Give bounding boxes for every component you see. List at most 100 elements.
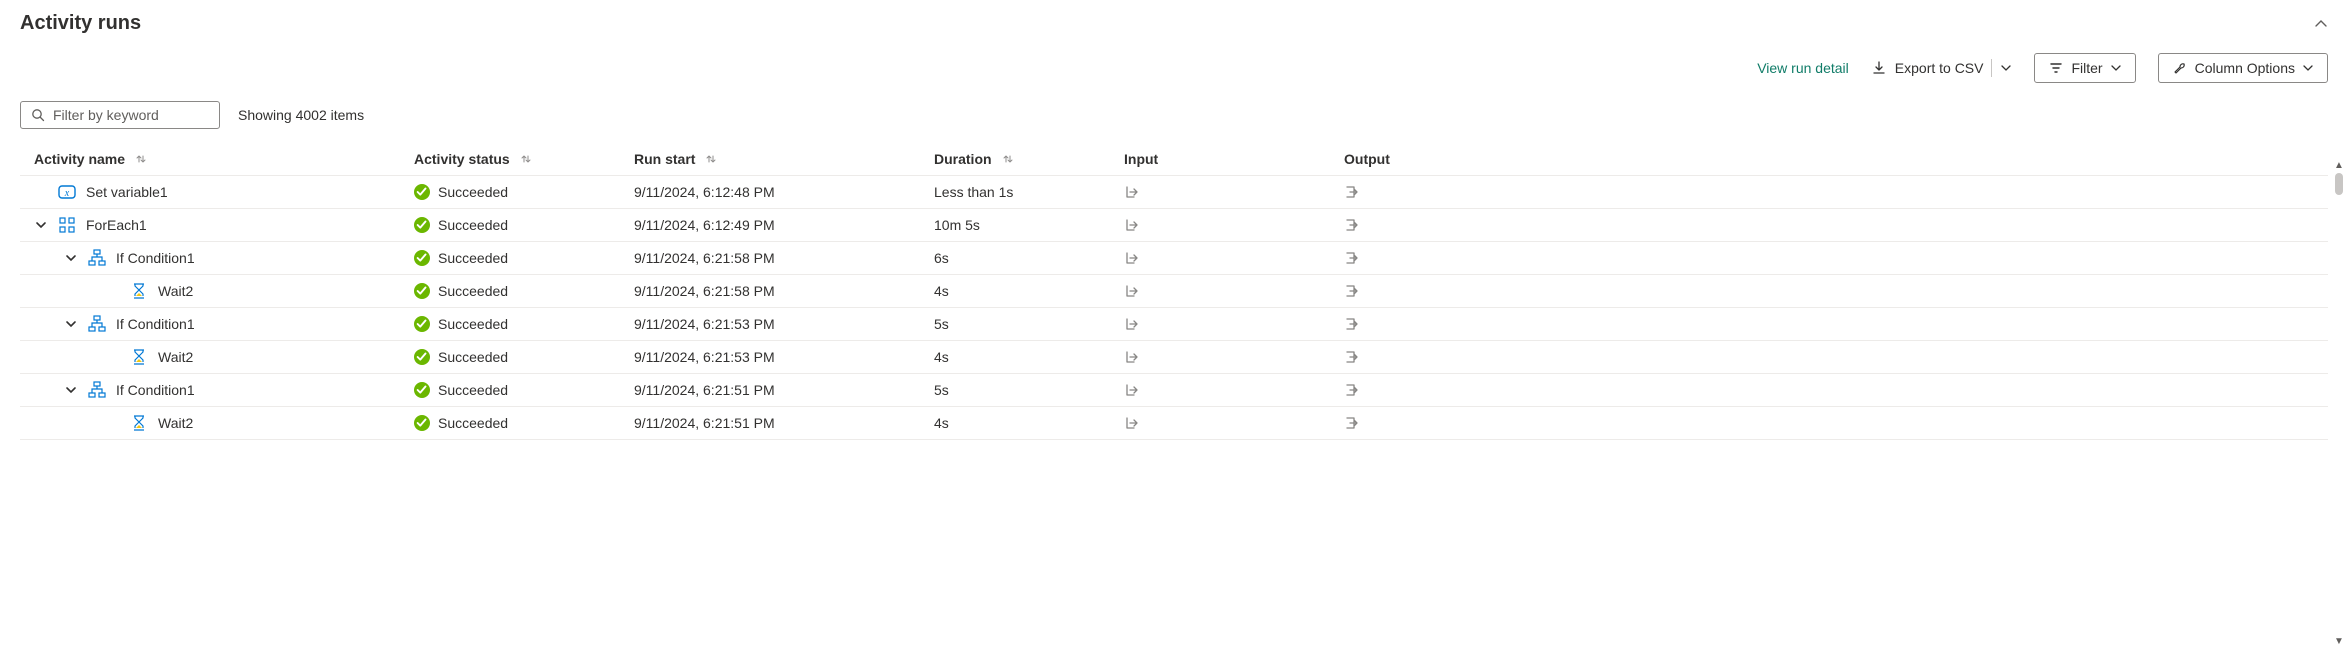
column-options-label: Column Options <box>2195 60 2295 76</box>
divider <box>1991 59 1992 77</box>
input-icon[interactable] <box>1124 316 1344 332</box>
filter-icon <box>2049 61 2063 75</box>
run-start-cell: 9/11/2024, 6:21:51 PM <box>634 382 934 398</box>
duration-cell: 4s <box>934 349 1124 365</box>
duration-cell: 10m 5s <box>934 217 1124 233</box>
status-label: Succeeded <box>438 250 508 266</box>
output-icon[interactable] <box>1344 217 2314 233</box>
input-icon[interactable] <box>1124 217 1344 233</box>
input-icon[interactable] <box>1124 382 1344 398</box>
input-icon[interactable] <box>1124 415 1344 431</box>
run-start-cell: 9/11/2024, 6:21:58 PM <box>634 283 934 299</box>
activity-name-label: If Condition1 <box>116 250 195 266</box>
status-cell: Succeeded <box>414 283 634 299</box>
table-row[interactable]: Wait2Succeeded9/11/2024, 6:21:51 PM4s <box>20 407 2328 440</box>
success-icon <box>414 415 430 431</box>
expand-toggle-icon[interactable] <box>64 317 78 331</box>
page-title: Activity runs <box>20 12 141 35</box>
table-row[interactable]: Set variable1Succeeded9/11/2024, 6:12:48… <box>20 176 2328 209</box>
status-cell: Succeeded <box>414 349 634 365</box>
input-icon[interactable] <box>1124 250 1344 266</box>
output-cell <box>1344 349 2314 365</box>
output-cell <box>1344 382 2314 398</box>
scrollbar[interactable]: ▲ ▼ <box>2334 160 2344 647</box>
input-cell <box>1124 316 1344 332</box>
table-row[interactable]: Wait2Succeeded9/11/2024, 6:21:53 PM4s <box>20 341 2328 374</box>
duration-cell: 6s <box>934 250 1124 266</box>
output-icon[interactable] <box>1344 382 2314 398</box>
col-label: Duration <box>934 151 992 167</box>
sort-icon <box>705 153 717 165</box>
output-icon[interactable] <box>1344 250 2314 266</box>
output-cell <box>1344 283 2314 299</box>
if-condition-icon <box>88 381 106 399</box>
download-icon[interactable] <box>1871 60 1887 76</box>
success-icon <box>414 283 430 299</box>
table-row[interactable]: If Condition1Succeeded9/11/2024, 6:21:53… <box>20 308 2328 341</box>
view-run-detail-link[interactable]: View run detail <box>1757 60 1849 76</box>
col-run-start[interactable]: Run start <box>634 151 934 167</box>
col-activity-status[interactable]: Activity status <box>414 151 634 167</box>
output-icon[interactable] <box>1344 349 2314 365</box>
table-header: Activity name Activity status Run start … <box>20 143 2328 175</box>
column-options-button[interactable]: Column Options <box>2158 53 2328 83</box>
expand-toggle-icon[interactable] <box>64 251 78 265</box>
export-csv-button[interactable]: Export to CSV <box>1895 60 1984 76</box>
input-cell <box>1124 184 1344 200</box>
input-icon[interactable] <box>1124 349 1344 365</box>
scroll-down-icon[interactable]: ▼ <box>2334 636 2344 647</box>
chevron-down-icon <box>2303 63 2313 73</box>
sort-icon <box>520 153 532 165</box>
activity-name-label: ForEach1 <box>86 217 147 233</box>
expand-toggle-icon[interactable] <box>34 218 48 232</box>
activity-name-label: Set variable1 <box>86 184 168 200</box>
activity-name-label: Wait2 <box>158 415 193 431</box>
output-icon[interactable] <box>1344 316 2314 332</box>
input-icon[interactable] <box>1124 184 1344 200</box>
activity-name-cell: Set variable1 <box>34 183 414 201</box>
status-label: Succeeded <box>438 283 508 299</box>
output-icon[interactable] <box>1344 184 2314 200</box>
export-csv-group: Export to CSV <box>1871 59 2013 77</box>
status-label: Succeeded <box>438 349 508 365</box>
activity-name-cell: If Condition1 <box>34 381 414 399</box>
scroll-thumb[interactable] <box>2335 173 2343 195</box>
col-duration[interactable]: Duration <box>934 151 1124 167</box>
search-input[interactable] <box>53 107 209 123</box>
output-icon[interactable] <box>1344 415 2314 431</box>
run-start-cell: 9/11/2024, 6:21:58 PM <box>634 250 934 266</box>
activity-name-cell: If Condition1 <box>34 249 414 267</box>
table-row[interactable]: ForEach1Succeeded9/11/2024, 6:12:49 PM10… <box>20 209 2328 242</box>
output-icon[interactable] <box>1344 283 2314 299</box>
scroll-up-icon[interactable]: ▲ <box>2334 160 2344 171</box>
collapse-panel-icon[interactable] <box>2314 17 2328 31</box>
filter-button[interactable]: Filter <box>2034 53 2135 83</box>
table-row[interactable]: If Condition1 Succeeded 9/11/2024, 6:21:58… <box>20 242 2328 275</box>
wait-icon <box>130 414 148 432</box>
output-cell <box>1344 316 2314 332</box>
output-cell <box>1344 415 2314 431</box>
run-start-cell: 9/11/2024, 6:21:51 PM <box>634 415 934 431</box>
search-input-wrap[interactable] <box>20 101 220 129</box>
filter-bar: Showing 4002 items <box>20 101 2328 129</box>
table-row[interactable]: If Condition1 Succeeded9/11/2024, 6:21:51… <box>20 374 2328 407</box>
foreach-icon <box>58 216 76 234</box>
duration-cell: 5s <box>934 316 1124 332</box>
status-cell: Succeeded <box>414 382 634 398</box>
col-activity-name[interactable]: Activity name <box>34 151 414 167</box>
activity-name-label: If Condition1 <box>116 382 195 398</box>
status-label: Succeeded <box>438 316 508 332</box>
items-count-label: Showing 4002 items <box>238 107 364 123</box>
sort-icon <box>135 153 147 165</box>
search-icon <box>31 108 45 122</box>
col-output[interactable]: Output <box>1344 151 2314 167</box>
status-cell: Succeeded <box>414 316 634 332</box>
input-icon[interactable] <box>1124 283 1344 299</box>
wrench-icon <box>2173 61 2187 75</box>
export-dropdown-icon[interactable] <box>2000 62 2012 74</box>
table-row[interactable]: Wait2Succeeded9/11/2024, 6:21:58 PM4s <box>20 275 2328 308</box>
run-start-cell: 9/11/2024, 6:12:49 PM <box>634 217 934 233</box>
expand-toggle-icon[interactable] <box>64 383 78 397</box>
col-input[interactable]: Input <box>1124 151 1344 167</box>
input-cell <box>1124 217 1344 233</box>
